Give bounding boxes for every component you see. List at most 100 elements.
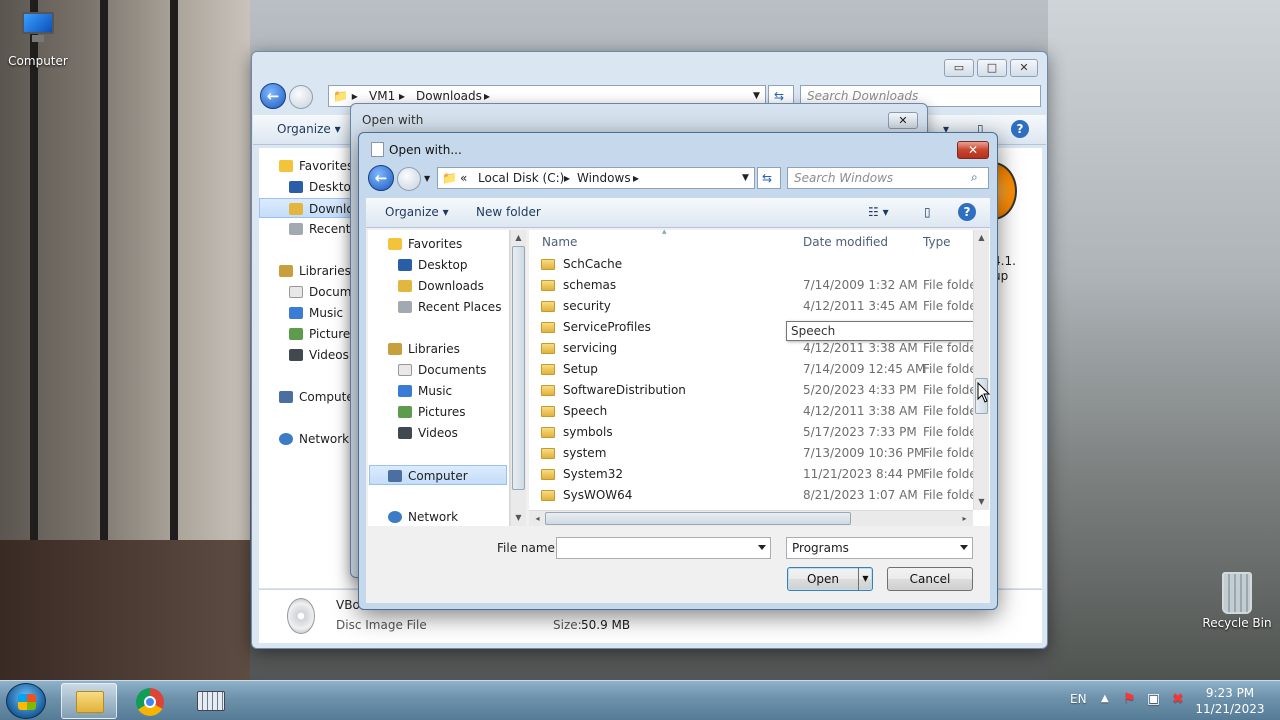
taskbar-chrome[interactable]: [122, 683, 178, 719]
help-icon[interactable]: ?: [1011, 120, 1029, 138]
scrollbar-thumb[interactable]: [512, 246, 525, 490]
system-clock[interactable]: 9:23 PM 11/21/2023: [1190, 685, 1270, 717]
chevron-down-icon[interactable]: ▼: [742, 173, 749, 183]
refresh-button[interactable]: ⇆: [757, 167, 781, 189]
organize-button[interactable]: Organize ▾: [277, 122, 341, 136]
file-list-scrollbar[interactable]: ▲ ▼: [973, 230, 989, 510]
file-row[interactable]: SysWOW64 8/21/2023 1:07 AM File folder: [529, 485, 973, 506]
taskbar-explorer[interactable]: [61, 683, 117, 719]
file-name-input[interactable]: [556, 537, 771, 559]
documents-icon: [398, 364, 412, 376]
nav-downloads[interactable]: Downloads: [398, 276, 484, 296]
network-status-icon[interactable]: ▣: [1147, 691, 1160, 720]
organize-button[interactable]: Organize ▾: [385, 205, 449, 219]
nav-music[interactable]: Music: [289, 303, 343, 323]
column-header-type[interactable]: Type: [923, 235, 951, 249]
language-indicator[interactable]: EN: [1070, 692, 1087, 720]
nav-computer[interactable]: Computer: [369, 465, 507, 485]
open-options-dropdown[interactable]: ▼: [858, 568, 872, 590]
file-row[interactable]: security 4/12/2011 3:45 AM File folder: [529, 296, 973, 317]
scroll-up-arrow[interactable]: ▲: [976, 232, 987, 243]
cancel-button[interactable]: Cancel: [887, 567, 973, 591]
maximize-button[interactable]: □: [977, 59, 1007, 77]
breadcrumb-item[interactable]: Local Disk (C:): [478, 171, 564, 185]
breadcrumb-overflow[interactable]: «: [460, 171, 467, 185]
minimize-button[interactable]: ▭: [944, 59, 974, 77]
address-bar[interactable]: 📁 « Local Disk (C:) ▸ Windows ▸ ▼: [437, 167, 755, 189]
star-icon: [279, 160, 293, 172]
scroll-down-arrow[interactable]: ▼: [513, 512, 524, 523]
close-button[interactable]: ✕: [957, 141, 989, 159]
file-type: File folder: [923, 488, 973, 502]
file-row[interactable]: schemas 7/14/2009 1:32 AM File folder: [529, 275, 973, 296]
wallpaper-rail: [170, 0, 178, 540]
nav-libraries[interactable]: Libraries: [279, 261, 351, 281]
close-button[interactable]: ✕: [1010, 59, 1038, 77]
column-header-name[interactable]: Name: [542, 235, 577, 249]
keyboard-icon: [197, 691, 225, 711]
chevron-down-icon[interactable]: [758, 545, 766, 550]
nav-network[interactable]: Network: [388, 507, 458, 527]
nav-recent-places[interactable]: Recent Places: [398, 297, 501, 317]
nav-documents[interactable]: Docume: [289, 282, 359, 302]
start-button[interactable]: [6, 683, 46, 719]
file-row[interactable]: SoftwareDistribution 5/20/2023 4:33 PM Fil…: [529, 380, 973, 401]
new-folder-button[interactable]: New folder: [476, 205, 541, 219]
desktop-icon-recycle-bin[interactable]: Recycle Bin: [1199, 572, 1275, 630]
nav-downloads[interactable]: Downlo: [259, 198, 354, 218]
taskbar-on-screen-keyboard[interactable]: [183, 683, 239, 719]
nav-music[interactable]: Music: [398, 381, 452, 401]
dialog-title: Open with...: [389, 143, 462, 157]
breadcrumb-item[interactable]: Windows: [577, 171, 631, 185]
chevron-down-icon[interactable]: ▼: [753, 91, 760, 101]
nav-pictures[interactable]: Pictures: [289, 324, 357, 344]
file-row[interactable]: SchCache: [529, 254, 973, 275]
file-row[interactable]: system 7/13/2009 10:36 PMFile folder: [529, 443, 973, 464]
nav-videos[interactable]: Videos: [289, 345, 349, 365]
horizontal-scrollbar[interactable]: ◂ ▸: [529, 510, 973, 526]
desktop-icon-computer[interactable]: Computer: [0, 10, 76, 68]
nav-videos[interactable]: Videos: [398, 423, 458, 443]
view-options-icon[interactable]: ☷ ▾: [868, 205, 889, 219]
file-row[interactable]: System32 11/21/2023 8:44 PMFile folder: [529, 464, 973, 485]
nav-network[interactable]: Network: [279, 429, 349, 449]
details-size-label: Size:: [553, 618, 582, 632]
forward-button[interactable]: [289, 85, 313, 109]
close-button[interactable]: ✕: [888, 112, 918, 129]
search-input[interactable]: Search Windows: [787, 167, 989, 189]
preview-pane-icon[interactable]: ▯: [924, 205, 931, 219]
show-hidden-icons-button[interactable]: ▲: [1101, 693, 1109, 720]
scroll-up-arrow[interactable]: ▲: [513, 232, 524, 243]
toolbar: Organize ▾ New folder ☷ ▾ ▯ ?: [366, 198, 990, 228]
nav-desktop[interactable]: Desktop: [289, 177, 359, 197]
file-row[interactable]: servicing 4/12/2011 3:38 AM File folder: [529, 338, 973, 359]
file-type-filter[interactable]: Programs: [786, 537, 973, 559]
open-button[interactable]: Open ▼: [787, 567, 873, 591]
help-icon[interactable]: ?: [958, 203, 976, 221]
file-row[interactable]: symbols 5/17/2023 7:33 PM File folder: [529, 422, 973, 443]
nav-desktop[interactable]: Desktop: [398, 255, 468, 275]
volume-muted-icon[interactable]: ✖: [1172, 691, 1184, 720]
column-header-date[interactable]: Date modified: [803, 235, 888, 249]
file-row[interactable]: Speech 4/12/2011 3:38 AM File folder: [529, 401, 973, 422]
scroll-right-arrow[interactable]: ▸: [959, 513, 970, 524]
forward-button[interactable]: [397, 167, 421, 191]
recent-pages-dropdown[interactable]: ▼: [424, 174, 430, 183]
nav-favorites[interactable]: Favorites: [388, 234, 462, 254]
navigation-scrollbar[interactable]: ▲ ▼: [510, 230, 526, 526]
scrollbar-thumb[interactable]: [545, 512, 851, 525]
back-button[interactable]: ←: [368, 165, 394, 191]
scroll-left-arrow[interactable]: ◂: [532, 513, 543, 524]
back-button[interactable]: ←: [260, 83, 286, 109]
file-row[interactable]: Setup 7/14/2009 12:45 AMFile folder: [529, 359, 973, 380]
nav-pictures[interactable]: Pictures: [398, 402, 466, 422]
nav-documents[interactable]: Documents: [398, 360, 486, 380]
action-center-icon[interactable]: ⚑: [1123, 691, 1136, 720]
scroll-down-arrow[interactable]: ▼: [976, 496, 987, 507]
music-icon: [289, 307, 303, 319]
breadcrumb-item[interactable]: VM1: [369, 89, 395, 103]
nav-computer[interactable]: Compute: [279, 387, 354, 407]
breadcrumb-item[interactable]: Downloads: [416, 89, 482, 103]
nav-favorites[interactable]: Favorites: [279, 156, 353, 176]
nav-libraries[interactable]: Libraries: [388, 339, 460, 359]
